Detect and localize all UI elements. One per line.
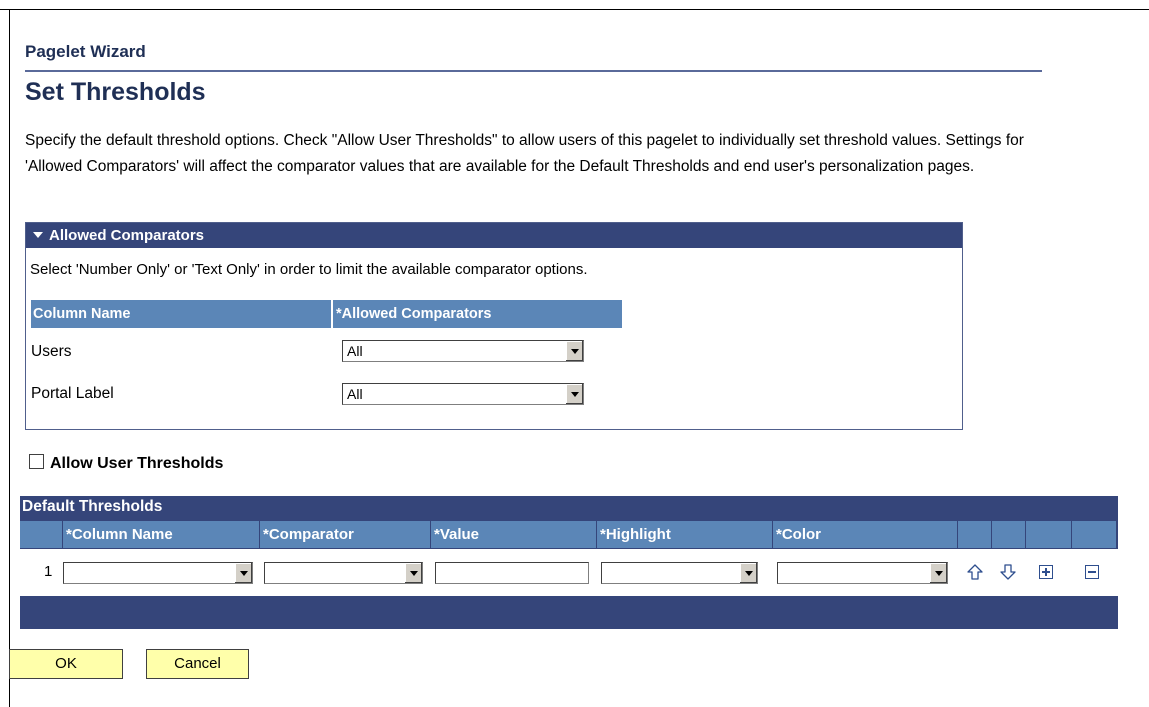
collapse-triangle-icon[interactable]	[33, 232, 43, 238]
comparator-header: *Comparator	[260, 521, 430, 548]
allow-user-thresholds-row[interactable]: Allow User Thresholds	[29, 454, 223, 473]
allow-user-thresholds-checkbox[interactable]	[29, 454, 44, 469]
select-value: All	[347, 343, 363, 359]
allowed-comparators-group: Allowed Comparators Select 'Number Only'…	[25, 222, 963, 430]
default-thresholds-grid: Default Thresholds *Column Name *Compara…	[20, 496, 1118, 629]
column-name-header: Column Name	[31, 300, 333, 328]
window-top-border	[0, 9, 1149, 10]
color-header: *Color	[773, 521, 957, 548]
move-down-icon[interactable]	[1000, 563, 1016, 580]
move-up-icon[interactable]	[967, 564, 983, 581]
allow-user-thresholds-label: Allow User Thresholds	[50, 455, 224, 472]
allowed-comparators-note: Select 'Number Only' or 'Text Only' in o…	[30, 261, 588, 278]
dropdown-arrow-icon[interactable]	[404, 563, 422, 583]
add-row-icon[interactable]	[1039, 565, 1053, 579]
page-title: Set Thresholds	[25, 78, 206, 106]
highlight-select[interactable]	[601, 562, 758, 584]
allowed-comparators-title: Allowed Comparators	[49, 227, 205, 244]
add-column-header	[1026, 521, 1071, 548]
dropdown-arrow-icon[interactable]	[929, 563, 947, 583]
value-input[interactable]	[435, 562, 589, 584]
row-number: 1	[44, 563, 53, 580]
delete-column-header	[1072, 521, 1116, 548]
dropdown-arrow-icon[interactable]	[739, 563, 757, 583]
column-name-header: *Column Name	[63, 521, 259, 548]
move-down-column-header	[992, 521, 1025, 548]
row-number-header	[20, 521, 62, 548]
table-row-label-portal-label: Portal Label	[31, 385, 114, 402]
users-comparator-select[interactable]: All	[342, 340, 584, 362]
move-up-column-header	[958, 521, 991, 548]
dropdown-arrow-icon[interactable]	[565, 341, 583, 361]
highlight-header: *Highlight	[597, 521, 772, 548]
delete-row-icon[interactable]	[1085, 565, 1099, 579]
value-header: *Value	[431, 521, 596, 548]
portal-label-comparator-select[interactable]: All	[342, 383, 584, 405]
allowed-comparators-header[interactable]: Allowed Comparators	[26, 223, 962, 248]
comparators-table-header: Column Name *Allowed Comparators	[31, 300, 622, 328]
window-left-border	[9, 9, 10, 707]
table-row-label-users: Users	[31, 343, 72, 360]
table-row: 1	[20, 549, 1118, 596]
wizard-title: Pagelet Wizard	[25, 42, 146, 61]
allowed-comparators-column-header: *Allowed Comparators	[336, 306, 492, 322]
default-thresholds-title: Default Thresholds	[22, 498, 163, 515]
title-divider	[25, 70, 1042, 72]
dropdown-arrow-icon[interactable]	[565, 384, 583, 404]
instructions-text: Specify the default threshold options. C…	[25, 132, 1024, 175]
cancel-button[interactable]: Cancel	[146, 649, 249, 679]
ok-button[interactable]: OK	[9, 649, 123, 679]
comparator-select[interactable]	[264, 562, 423, 584]
color-select[interactable]	[777, 562, 948, 584]
select-value: All	[347, 386, 363, 402]
dropdown-arrow-icon[interactable]	[234, 563, 252, 583]
column-name-select[interactable]	[63, 562, 253, 584]
